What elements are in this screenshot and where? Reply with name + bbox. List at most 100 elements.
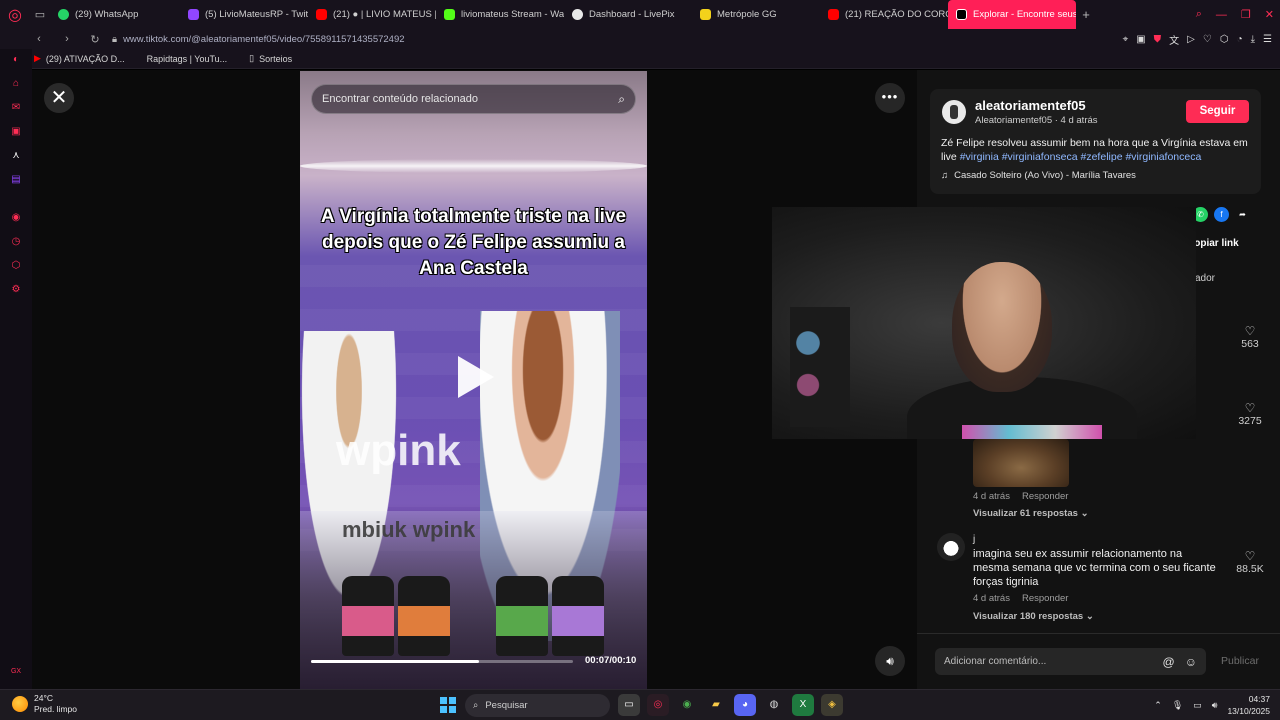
pin-icon[interactable]: ⌖ xyxy=(1123,34,1129,45)
chevron-up-icon[interactable]: ⌃ xyxy=(1154,700,1162,711)
search-tabs-icon[interactable]: ⌕ xyxy=(1196,8,1202,21)
video-brand-text: wpink xyxy=(336,426,461,475)
screenshot-icon[interactable]: ▣ xyxy=(1136,34,1145,45)
avatar[interactable] xyxy=(942,100,966,124)
comment-like-button[interactable]: ♡ 3275 xyxy=(1235,401,1265,427)
tab-livepix[interactable]: Dashboard - LivePix xyxy=(564,0,692,29)
history-icon[interactable]: ◷ xyxy=(9,235,23,249)
creator-label: ador xyxy=(1195,273,1216,284)
hashtags[interactable]: #virginia #virginiafonseca #zefelipe #vi… xyxy=(960,151,1202,163)
share-row: ✆ f ➦ xyxy=(1193,207,1250,222)
opera-gx-icon[interactable]: ◎ xyxy=(647,694,669,716)
author-name[interactable]: aleatoriamentef05 xyxy=(975,98,1086,113)
microphone-icon[interactable]: 🎙︎ xyxy=(1172,700,1183,711)
play-icon[interactable]: ▷ xyxy=(1187,34,1195,45)
opera-gx-logo-icon[interactable]: ◎ xyxy=(0,0,30,29)
extensions-icon[interactable]: ⬡ xyxy=(1220,34,1229,45)
comment-like-button[interactable]: ♡ 563 xyxy=(1235,324,1265,350)
player-play-icon[interactable]: ◉ xyxy=(9,211,23,225)
related-search-input[interactable]: Encontrar conteúdo relacionado ⌕ xyxy=(311,84,636,114)
youtube-music-icon[interactable]: ▣ xyxy=(9,125,23,139)
volume-icon[interactable]: 🔊︎ xyxy=(1212,700,1218,711)
file-explorer-icon[interactable]: ▰ xyxy=(705,694,727,716)
mention-icon[interactable]: @ xyxy=(1163,655,1175,669)
tab-whatsapp[interactable]: (29) WhatsApp xyxy=(50,0,180,29)
url-field[interactable]: 🔒︎ www.tiktok.com/@aleatoriamentef05/vide… xyxy=(112,34,405,45)
reload-icon[interactable]: ↻ xyxy=(86,33,104,46)
comment-like-button[interactable]: ♡ 88.5K xyxy=(1235,549,1265,575)
search-icon[interactable]: ⌕ xyxy=(618,92,625,107)
player-icon[interactable]: ⋏ xyxy=(9,149,23,163)
avatar[interactable] xyxy=(937,533,965,561)
extensions-sidebar-icon[interactable]: ⬡ xyxy=(9,259,23,273)
maximize-icon[interactable]: ❐ xyxy=(1241,8,1251,21)
bookmark-ativacao[interactable]: ▶ (29) ATIVAÇÃO D... xyxy=(34,53,125,64)
volume-icon[interactable]: 🔊︎ xyxy=(875,646,905,676)
tab-kick[interactable]: liviomateus Stream - Wat xyxy=(436,0,564,29)
app-icon[interactable]: ◈ xyxy=(821,694,843,716)
task-view-icon[interactable]: ▭ xyxy=(618,694,640,716)
search-icon: ⌕ xyxy=(473,700,479,711)
excel-icon[interactable]: X xyxy=(792,694,814,716)
tab-youtube-reaction[interactable]: (21) REAÇÃO DO CORON xyxy=(820,0,948,29)
tab-twitch[interactable]: (5) LivioMateusRP - Twitc xyxy=(180,0,308,29)
heart-icon[interactable]: ♡ xyxy=(1203,34,1212,45)
windows-start-icon[interactable] xyxy=(440,697,456,713)
reply-button[interactable]: Responder xyxy=(1022,593,1068,604)
clock[interactable]: 04:37 13/10/2025 xyxy=(1227,693,1270,717)
comment-username[interactable]: j xyxy=(973,534,975,545)
more-options-icon[interactable]: ••• xyxy=(875,83,905,113)
discord-icon[interactable]: ◕ xyxy=(734,694,756,716)
vpn-shield-icon[interactable]: ⛊ xyxy=(1154,34,1162,45)
play-icon[interactable] xyxy=(458,356,494,398)
tab-title: liviomateus Stream - Wat xyxy=(461,9,564,20)
video-product-jar xyxy=(552,576,604,656)
comment-image[interactable] xyxy=(973,439,1069,487)
follow-button[interactable]: Seguir xyxy=(1186,100,1249,123)
twitch-sidebar-icon[interactable]: ▤ xyxy=(9,173,23,187)
publish-button[interactable]: Publicar xyxy=(1221,655,1259,667)
messenger-icon[interactable]: ✉ xyxy=(9,101,23,115)
post-info-card: aleatoriamentef05 Aleatoriamentef05 · 4 … xyxy=(930,89,1261,194)
comment-input[interactable]: Adicionar comentário... @ ☺ xyxy=(935,648,1206,675)
obs-icon[interactable]: ◍ xyxy=(763,694,785,716)
tab-title: Dashboard - LivePix xyxy=(589,9,675,20)
video-progress-bar[interactable] xyxy=(311,660,573,663)
settings-icon[interactable]: ⚙ xyxy=(9,283,23,297)
tab-metropole[interactable]: Metrópole GG xyxy=(692,0,820,29)
download-icon[interactable]: ⤓ xyxy=(1251,34,1255,45)
bookmark-sorteios[interactable]: ▯ Sorteios xyxy=(249,53,292,64)
close-icon[interactable]: ✕ xyxy=(44,83,74,113)
video-player[interactable]: wpink mbiuk wpink Encontrar conteúdo rel… xyxy=(300,71,647,689)
close-window-icon[interactable]: ✕ xyxy=(1265,8,1274,21)
account-icon[interactable]: ◔ xyxy=(1237,34,1243,45)
tab-title: Metrópole GG xyxy=(717,9,777,20)
gx-corner-icon[interactable]: GX xyxy=(9,665,23,679)
chrome-icon[interactable]: ◉ xyxy=(676,694,698,716)
new-tab-icon[interactable]: + xyxy=(1076,7,1096,22)
like-count: 3275 xyxy=(1238,415,1262,427)
facebook-share-icon[interactable]: f xyxy=(1214,207,1229,222)
gx-store-icon[interactable]: ⌂ xyxy=(9,77,23,91)
share-arrow-icon[interactable]: ➦ xyxy=(1235,207,1250,222)
tab-tiktok-active[interactable]: Explorar - Encontre seus xyxy=(948,0,1076,29)
music-info[interactable]: ♫ Casado Solteiro (Ao Vivo) - Marília Tav… xyxy=(941,170,1136,181)
view-replies-button[interactable]: Visualizar 180 respostas ⌄ xyxy=(973,611,1094,622)
tab-menu-icon[interactable]: ▭ xyxy=(30,8,50,21)
translate-icon[interactable]: 文 xyxy=(1169,32,1179,47)
network-icon[interactable]: ▭ xyxy=(1193,700,1202,711)
taskbar-search[interactable]: ⌕ Pesquisar xyxy=(465,694,610,717)
reply-button[interactable]: Responder xyxy=(1022,491,1068,502)
forward-icon[interactable]: › xyxy=(58,33,76,45)
menu-icon[interactable]: ☰ xyxy=(1263,34,1272,45)
gx-control-icon[interactable]: ◐ xyxy=(9,53,23,67)
weather-widget[interactable]: 24°C Pred. limpo xyxy=(12,693,77,715)
view-replies-button[interactable]: Visualizar 61 respostas ⌄ xyxy=(973,508,1089,519)
back-icon[interactable]: ‹ xyxy=(30,33,48,45)
bookmark-label: Sorteios xyxy=(259,53,293,64)
minimize-icon[interactable]: — xyxy=(1216,9,1227,21)
bookmark-rapidtags[interactable]: Rapidtags | YouTu... xyxy=(147,54,228,64)
bookmark-label: Rapidtags | YouTu... xyxy=(146,53,228,64)
tab-youtube-live[interactable]: (21) ● | LIVIO MATEUS | xyxy=(308,0,436,29)
emoji-icon[interactable]: ☺ xyxy=(1185,655,1197,669)
